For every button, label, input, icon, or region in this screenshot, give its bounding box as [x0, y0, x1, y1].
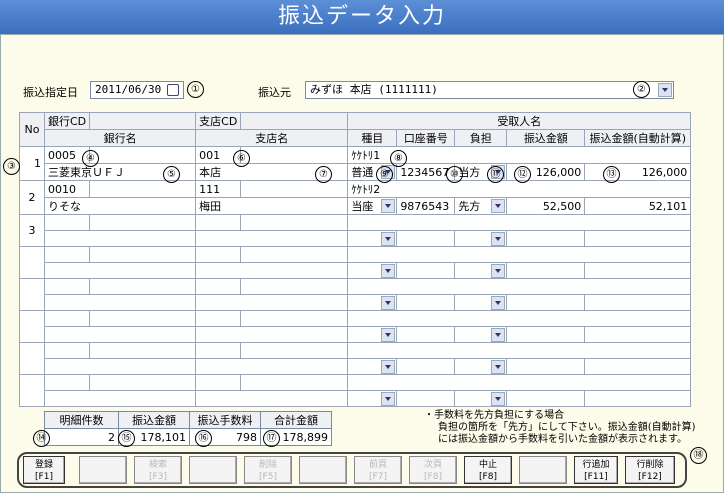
type-select[interactable] [347, 230, 398, 247]
header-bank-cd: 銀行CD [43, 112, 91, 130]
type-select[interactable] [347, 358, 398, 375]
header-amount: 振込金額 [506, 129, 586, 147]
burden-select[interactable]: 先方 [454, 197, 508, 215]
marker-15: ⑮ [118, 430, 135, 447]
marker-17: ⑰ [263, 430, 280, 447]
type-select[interactable] [347, 326, 398, 343]
marker-11: ⑪ [487, 166, 504, 183]
register-button[interactable]: 登録 [F1] [23, 456, 65, 484]
fkey-blank-6 [299, 456, 347, 484]
transfer-table: No 銀行CD 支店CD 受取人名 銀行名 支店名 種目 口座番号 負担 振込金… [19, 112, 692, 407]
header-account: 口座番号 [396, 129, 456, 147]
amount-label: 振込金額 [118, 411, 190, 429]
marker-9: ⑨ [376, 166, 393, 183]
burden-select[interactable] [454, 390, 508, 407]
row-no: 1 [19, 146, 45, 181]
burden-select[interactable] [454, 294, 508, 311]
count-label: 明細件数 [44, 411, 119, 429]
fkey-blank-4 [189, 456, 237, 484]
marker-3: ③ [3, 158, 20, 175]
header-no: No [19, 112, 45, 147]
source-label: 振込元 [258, 86, 291, 99]
burden-select[interactable] [454, 326, 508, 343]
amount-auto-cell: 52,101 [584, 197, 692, 215]
account-cell[interactable]: 9876543 [396, 197, 456, 215]
next-page-button[interactable]: 次頁 [F8] [409, 456, 457, 484]
burden-select[interactable] [454, 262, 508, 279]
burden-select[interactable] [454, 230, 508, 247]
bank-cd-cell[interactable]: 0010 [43, 180, 91, 198]
header-burden: 負担 [454, 129, 508, 147]
marker-1: ① [187, 81, 204, 98]
marker-16: ⑯ [195, 430, 212, 447]
page-title: 振込データ入力 [0, 0, 724, 34]
marker-13: ⑬ [603, 166, 620, 183]
marker-5: ⑤ [163, 166, 180, 183]
header-type: 種目 [347, 129, 398, 147]
row-no: 3 [19, 214, 45, 247]
summary-table: 明細件数 振込金額 振込手数料 合計金額 2 178,101 798 178,8… [44, 411, 332, 446]
marker-2: ② [633, 81, 650, 98]
type-select[interactable] [347, 294, 398, 311]
marker-10: ⑩ [446, 166, 463, 183]
branch-name-cell[interactable]: 梅田 [195, 197, 349, 215]
burden-select[interactable] [454, 358, 508, 375]
add-row-button[interactable]: 行追加 [F11] [574, 456, 618, 484]
date-label: 振込指定日 [23, 86, 78, 99]
prev-page-button[interactable]: 前頁 [F7] [354, 456, 402, 484]
marker-8: ⑧ [390, 150, 407, 167]
marker-7: ⑦ [315, 166, 332, 183]
fee-label: 振込手数料 [189, 411, 261, 429]
header-bank-name: 銀行名 [43, 129, 197, 147]
calendar-icon[interactable] [167, 84, 179, 96]
payee-cell[interactable] [347, 214, 692, 231]
header-branch-cd: 支店CD [195, 112, 242, 130]
count-value: 2 [44, 428, 119, 446]
type-select[interactable] [347, 390, 398, 407]
branch-cd-cell[interactable]: 111 [195, 180, 242, 198]
cancel-button[interactable]: 中止 [F8] [464, 456, 512, 484]
amount-cell[interactable] [506, 230, 586, 247]
bank-cd-cell[interactable] [43, 214, 91, 231]
branch-name-cell[interactable] [195, 230, 349, 247]
fee-note: ・手数料を先方負担にする場合 負担の箇所を「先方」にして下さい。振込金額(自動計… [424, 410, 696, 445]
account-cell[interactable] [396, 230, 456, 247]
type-select[interactable] [347, 262, 398, 279]
amount-cell[interactable]: 52,500 [506, 197, 586, 215]
branch-cd-cell[interactable] [195, 214, 242, 231]
header-amount-auto: 振込金額(自動計算) [584, 129, 692, 147]
source-dropdown-icon[interactable] [658, 83, 672, 97]
marker-12: ⑫ [514, 166, 531, 183]
bank-name-cell[interactable]: りそな [43, 197, 197, 215]
delete-row-button[interactable]: 行削除 [F12] [625, 456, 675, 484]
marker-6: ⑥ [233, 150, 250, 167]
fkey-blank-2 [79, 456, 127, 484]
marker-4: ④ [82, 150, 99, 167]
header-branch-name: 支店名 [195, 129, 349, 147]
row-no: 2 [19, 180, 45, 215]
total-label: 合計金額 [260, 411, 332, 429]
marker-14: ⑭ [33, 430, 50, 447]
fkey-blank-10 [519, 456, 567, 484]
payee-cell[interactable]: ｹｹﾄﾘ2 [347, 180, 692, 198]
bank-name-cell[interactable] [43, 230, 197, 247]
delete-button[interactable]: 削除 [F5] [244, 456, 292, 484]
amount-auto-cell [584, 230, 692, 247]
amount-auto-cell: 126,000 [584, 163, 692, 181]
type-select[interactable]: 当座 [347, 197, 398, 215]
source-select[interactable]: みずほ 本店 (1111111) [305, 81, 674, 99]
search-button[interactable]: 検索 [F3] [134, 456, 182, 484]
header-payee: 受取人名 [347, 112, 692, 130]
marker-18: ⑱ [690, 447, 707, 464]
